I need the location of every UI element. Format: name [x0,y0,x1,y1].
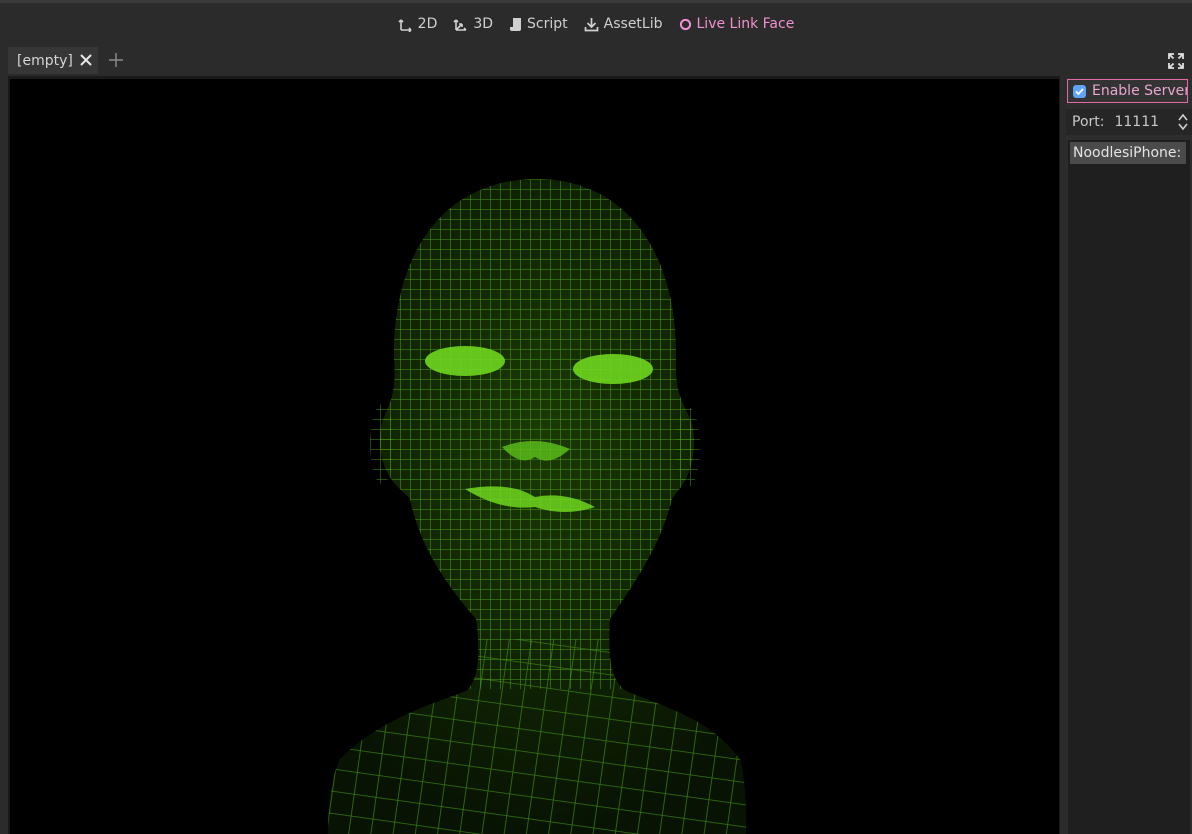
enable-server-label: Enable Server [1092,83,1188,99]
left-eye-glow [425,346,505,376]
device-list[interactable]: NoodlesiPhone: E [1068,140,1190,834]
fullscreen-icon[interactable] [1168,53,1184,69]
enable-server-checkbox[interactable]: Enable Server [1067,79,1188,103]
live-link-face-label: Live Link Face [696,16,795,32]
script-button[interactable]: Script [501,12,576,36]
main-screen-bar: 2D 3D Script AssetLib Live Link Face [0,0,1192,48]
spin-updown-icon[interactable] [1178,113,1188,131]
3d-viewport[interactable] [10,79,1059,834]
wireframe-head-render [10,79,1059,834]
viewport-frame [8,76,1060,834]
2d-label: 2D [417,16,438,32]
assetlib-label: AssetLib [603,16,663,32]
download-icon [584,17,599,31]
scene-tab[interactable]: [empty] [8,47,98,74]
circle-icon [679,18,691,30]
port-value[interactable]: 11111 [1114,114,1159,130]
scene-tab-label: [empty] [17,52,73,69]
assetlib-button[interactable]: AssetLib [576,12,671,36]
2d-button[interactable]: 2D [390,12,446,36]
live-link-face-button[interactable]: Live Link Face [671,12,803,36]
3d-icon [453,18,467,31]
3d-button[interactable]: 3D [445,12,501,36]
script-label: Script [527,16,568,32]
right-eye-glow [573,354,653,384]
script-icon [510,17,522,31]
scene-tab-bar: [empty] [8,47,1184,74]
checkbox-checked-icon [1073,84,1086,98]
right-ear [676,407,700,487]
live-link-face-dock: Enable Server Port: 11111 NoodlesiPhone:… [1066,78,1192,834]
2d-icon [398,18,412,32]
add-tab-icon[interactable] [108,52,124,68]
port-label: Port: [1072,114,1105,130]
close-icon[interactable] [79,53,93,67]
port-spinbox[interactable]: Port: 11111 [1066,109,1192,135]
left-ear [370,404,394,484]
device-list-item[interactable]: NoodlesiPhone: E [1070,142,1186,164]
3d-label: 3D [473,16,494,32]
